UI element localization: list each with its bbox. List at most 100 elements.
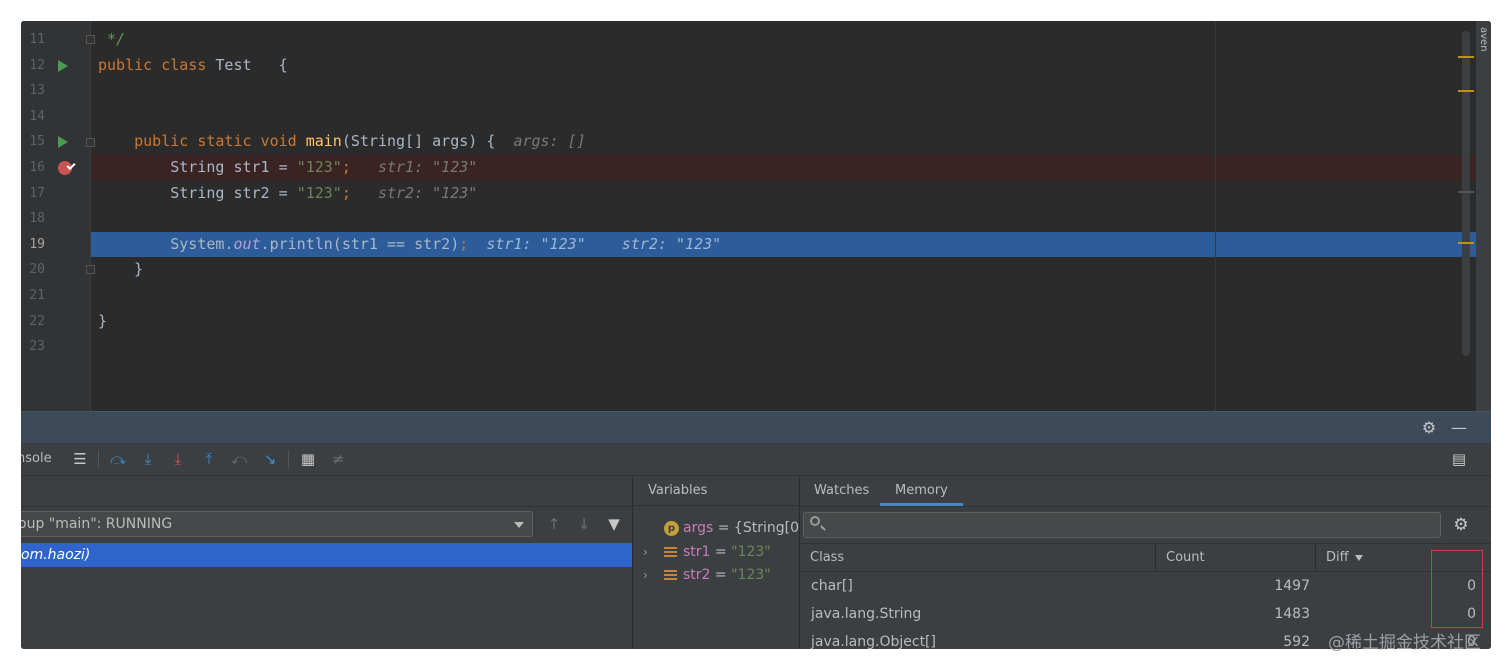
scroll-marker (1458, 242, 1474, 244)
code-token: "123" (296, 183, 342, 202)
variable-row[interactable]: p args = {String[0] (633, 517, 799, 540)
code-line[interactable] (91, 334, 1482, 359)
variable-value: "123" (731, 567, 771, 583)
minimize-icon[interactable]: — (1449, 418, 1469, 438)
code-token: str1: "123" (350, 158, 478, 176)
gear-icon[interactable]: ⚙ (1419, 418, 1439, 438)
frame-row-selected[interactable]: om.haozi) (21, 543, 632, 567)
variable-name: str2 = "123" (683, 564, 771, 587)
variable-value: "123" (731, 543, 771, 560)
run-class-icon[interactable] (58, 60, 68, 72)
fold-icon[interactable] (86, 138, 95, 147)
line-number: 16 (29, 160, 45, 175)
code-line[interactable] (91, 78, 1482, 103)
variable-row[interactable]: › str1 = "123" (633, 541, 799, 564)
code-line[interactable]: } (91, 257, 1482, 282)
sort-desc-icon (1354, 554, 1363, 561)
field-icon (664, 570, 677, 581)
step-out-icon[interactable]: ⤒ (199, 449, 219, 469)
code-token: } (98, 311, 108, 330)
memory-search-input[interactable] (803, 512, 1441, 538)
line-number: 13 (29, 83, 45, 99)
code-line[interactable]: public static void main(String[] args) {… (91, 129, 1482, 154)
filter-icon[interactable]: ▼ (605, 514, 623, 534)
code-token: main (305, 132, 342, 151)
variable-row[interactable]: › str2 = "123" (633, 564, 799, 587)
tab-memory[interactable]: Memory (880, 476, 963, 506)
evaluate-expression-icon[interactable]: ▦ (298, 449, 318, 469)
threads-menu-icon[interactable]: ☰ (70, 449, 90, 469)
code-line[interactable]: } (91, 309, 1482, 334)
table-row[interactable]: char[] 1497 0 (800, 572, 1491, 600)
code-token: */ (98, 30, 126, 48)
debug-toolbar: nsole ☰ ⤼ ⤓ ⤓ ⤒ ⤺ ↘ ▦ ≠ ▤ (21, 443, 1491, 476)
line-number: 14 (29, 108, 45, 124)
code-line[interactable]: public class Test { (91, 53, 1482, 78)
scroll-marker (1458, 56, 1474, 58)
toolbar-separator (288, 450, 289, 468)
arrow-up-icon[interactable]: ↑ (545, 514, 563, 534)
column-count[interactable]: Count (1155, 544, 1315, 571)
run-main-icon[interactable] (58, 136, 68, 148)
parameter-icon: p (664, 521, 679, 536)
force-step-into-icon[interactable]: ⤓ (168, 449, 188, 469)
code-line[interactable]: String str1 = "123"; str1: "123" (91, 155, 1482, 180)
tab-watches[interactable]: Watches (814, 476, 869, 506)
line-number: 21 (29, 288, 45, 303)
fold-icon[interactable] (86, 265, 95, 274)
run-to-cursor-icon[interactable]: ↘ (260, 449, 280, 469)
line-number: 23 (29, 339, 45, 355)
code-line[interactable]: String str2 = "123"; str2: "123" (91, 181, 1482, 206)
class-cell: char[] (811, 578, 853, 594)
code-line[interactable] (91, 104, 1482, 129)
layout-icon[interactable]: ▤ (1449, 449, 1469, 469)
step-into-icon[interactable]: ⤓ (138, 449, 158, 469)
right-margin-guide (1215, 21, 1216, 411)
step-over-icon[interactable]: ⤼ (108, 449, 128, 469)
code-token: String str2 = (98, 183, 297, 202)
maven-tab-label[interactable]: aven (1478, 27, 1489, 52)
editor-scrollbar[interactable] (1462, 31, 1470, 356)
code-line[interactable] (91, 206, 1482, 231)
table-row[interactable]: java.lang.String 1483 0 (800, 600, 1491, 628)
code-token: System. (98, 234, 234, 253)
variables-panel: Variables p args = {String[0] › str1 = "123… (633, 476, 799, 649)
count-cell: 1497 (1274, 578, 1310, 594)
toolbar-separator (98, 450, 99, 468)
debug-tool-header: ⚙ — (21, 411, 1491, 444)
line-number: 12 (29, 57, 45, 73)
count-cell: 1483 (1274, 606, 1310, 622)
expand-chevron-icon[interactable]: › (643, 564, 648, 587)
memory-settings-icon[interactable]: ⚙ (1450, 514, 1472, 536)
code-editor[interactable]: */ public class Test { public static void… (21, 21, 1491, 411)
right-tool-strip: aven (1476, 21, 1491, 411)
memory-table-header: Class Count Diff (800, 543, 1491, 572)
variables-header: Variables (633, 476, 799, 506)
code-line[interactable] (91, 283, 1482, 308)
thread-selector[interactable]: oup "main": RUNNING (21, 511, 533, 537)
code-line[interactable]: */ (91, 27, 1482, 52)
variable-equals: = (710, 567, 732, 583)
memory-panel: Watches Memory ⚙ Class Count Diff char[]… (800, 476, 1491, 649)
code-token: String str1 = (98, 158, 297, 176)
variable-name-text: args (683, 520, 714, 536)
trace-icon[interactable]: ≠ (328, 449, 348, 469)
drop-frame-icon[interactable]: ⤺ (229, 449, 249, 469)
search-icon (810, 516, 820, 526)
fold-icon[interactable] (86, 35, 95, 44)
field-icon (664, 546, 677, 558)
code-token: } (98, 260, 144, 279)
code-line[interactable]: System.out.println(str1 == str2); str1: … (91, 231, 1482, 257)
column-class[interactable]: Class (800, 544, 1155, 571)
line-number: 15 (29, 134, 45, 150)
memory-tabs: Watches Memory (800, 476, 1491, 507)
ide-window: */ public class Test { public static void… (21, 21, 1491, 649)
expand-chevron-icon[interactable]: › (643, 541, 648, 564)
tab-console[interactable]: nsole (21, 443, 52, 475)
variable-name: args = {String[0] (683, 517, 799, 540)
code-token: ; (341, 158, 351, 176)
line-number: 17 (29, 185, 45, 201)
variable-equals: = (710, 543, 732, 560)
arrow-down-icon[interactable]: ↓ (575, 514, 593, 534)
diff-highlight-box (1431, 550, 1483, 628)
